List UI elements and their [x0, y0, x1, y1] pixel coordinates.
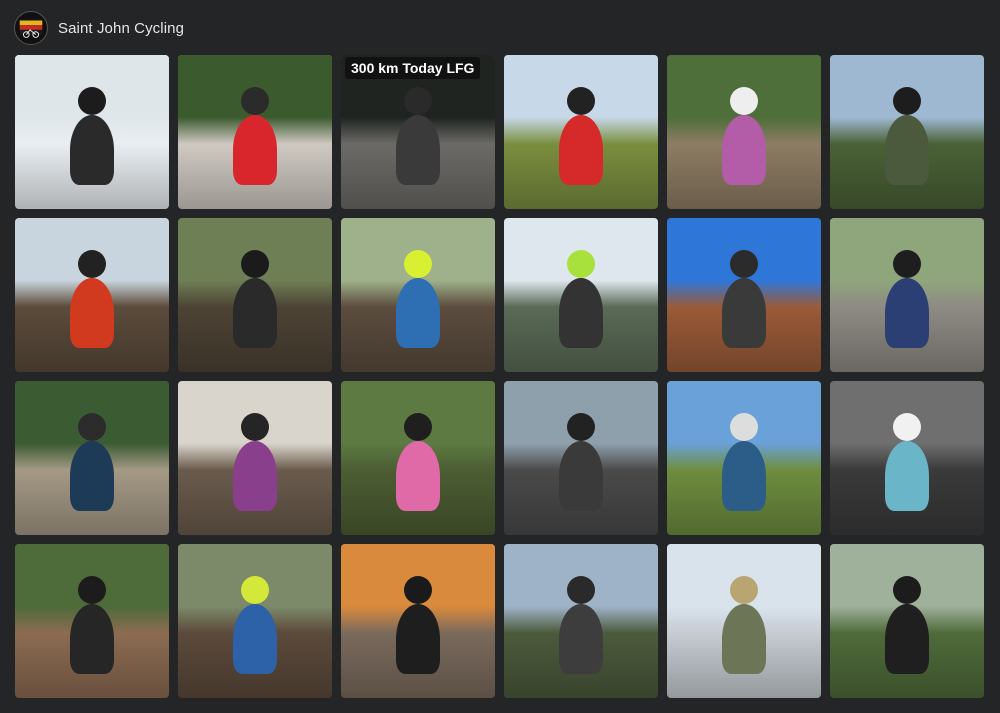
helmet-shape	[404, 576, 432, 604]
person-figure	[70, 115, 114, 185]
person-figure	[233, 278, 277, 348]
helmet-shape	[893, 413, 921, 441]
helmet-shape	[567, 413, 595, 441]
person-figure	[396, 441, 440, 511]
helmet-shape	[730, 576, 758, 604]
person-figure	[559, 278, 603, 348]
photo-thumbnail-selfie-green-helmet[interactable]	[504, 218, 658, 372]
person-figure	[559, 441, 603, 511]
helmet-shape	[567, 576, 595, 604]
photo-thumbnail-bike-overhead[interactable]	[504, 55, 658, 209]
helmet-shape	[730, 250, 758, 278]
person-figure	[722, 604, 766, 674]
photo-thumbnail-selfie-sunglasses[interactable]	[178, 381, 332, 535]
person-figure	[70, 441, 114, 511]
helmet-shape	[78, 576, 106, 604]
photo-thumbnail-red-rock-bike[interactable]	[667, 218, 821, 372]
helmet-shape	[404, 87, 432, 115]
photo-caption: 300 km Today LFG	[345, 57, 481, 79]
person-figure	[885, 278, 929, 348]
photo-thumbnail-group-at-lake[interactable]	[504, 544, 658, 698]
person-figure	[233, 441, 277, 511]
helmet-shape	[893, 250, 921, 278]
helmet-shape	[730, 87, 758, 115]
photo-thumbnail-rider-under-shelter[interactable]	[15, 55, 169, 209]
photo-thumbnail-rider-purple[interactable]	[667, 55, 821, 209]
photo-thumbnail-rock-trail[interactable]	[178, 218, 332, 372]
helmet-shape	[78, 413, 106, 441]
helmet-shape	[730, 413, 758, 441]
photo-thumbnail-hill-view-bike[interactable]	[667, 381, 821, 535]
person-figure	[722, 115, 766, 185]
photo-grid: 300 km Today LFG	[15, 55, 984, 698]
photo-thumbnail-muddy-group[interactable]	[178, 544, 332, 698]
helmet-shape	[404, 250, 432, 278]
helmet-shape	[241, 87, 269, 115]
helmet-shape	[78, 250, 106, 278]
photo-thumbnail-speaker-event[interactable]	[667, 544, 821, 698]
person-figure	[722, 441, 766, 511]
helmet-shape	[893, 576, 921, 604]
person-figure	[70, 278, 114, 348]
person-figure	[396, 278, 440, 348]
photo-thumbnail-watermelons[interactable]	[830, 544, 984, 698]
photo-thumbnail-costume-ride[interactable]	[341, 381, 495, 535]
helmet-shape	[241, 413, 269, 441]
helmet-shape	[404, 413, 432, 441]
photo-thumbnail-family-selfie[interactable]	[830, 381, 984, 535]
photo-thumbnail-rocky-descent[interactable]	[830, 218, 984, 372]
photo-thumbnail-gravel-path[interactable]	[15, 381, 169, 535]
person-figure	[396, 115, 440, 185]
person-figure	[233, 115, 277, 185]
photo-thumbnail-helmet-selfie[interactable]	[504, 381, 658, 535]
club-logo-icon[interactable]	[14, 11, 48, 45]
photo-thumbnail-selfie-goggles[interactable]	[830, 55, 984, 209]
person-figure	[396, 604, 440, 674]
photo-thumbnail-sunset-field[interactable]	[341, 544, 495, 698]
photo-thumbnail-blue-jersey-trail[interactable]	[341, 218, 495, 372]
person-figure	[885, 115, 929, 185]
photo-thumbnail-group-road-ride[interactable]	[178, 55, 332, 209]
group-header: Saint John Cycling	[0, 0, 1000, 56]
page-title[interactable]: Saint John Cycling	[58, 20, 184, 37]
person-figure	[885, 441, 929, 511]
helmet-shape	[567, 250, 595, 278]
helmet-shape	[567, 87, 595, 115]
photo-thumbnail-road-cyclists[interactable]: 300 km Today LFG	[341, 55, 495, 209]
helmet-shape	[893, 87, 921, 115]
person-figure	[722, 278, 766, 348]
helmet-shape	[241, 250, 269, 278]
person-figure	[559, 115, 603, 185]
photo-thumbnail-jump-in-woods[interactable]	[15, 218, 169, 372]
person-figure	[70, 604, 114, 674]
photo-thumbnail-rider-on-rock[interactable]	[15, 544, 169, 698]
helmet-shape	[241, 576, 269, 604]
person-figure	[559, 604, 603, 674]
person-figure	[233, 604, 277, 674]
helmet-shape	[78, 87, 106, 115]
person-figure	[885, 604, 929, 674]
